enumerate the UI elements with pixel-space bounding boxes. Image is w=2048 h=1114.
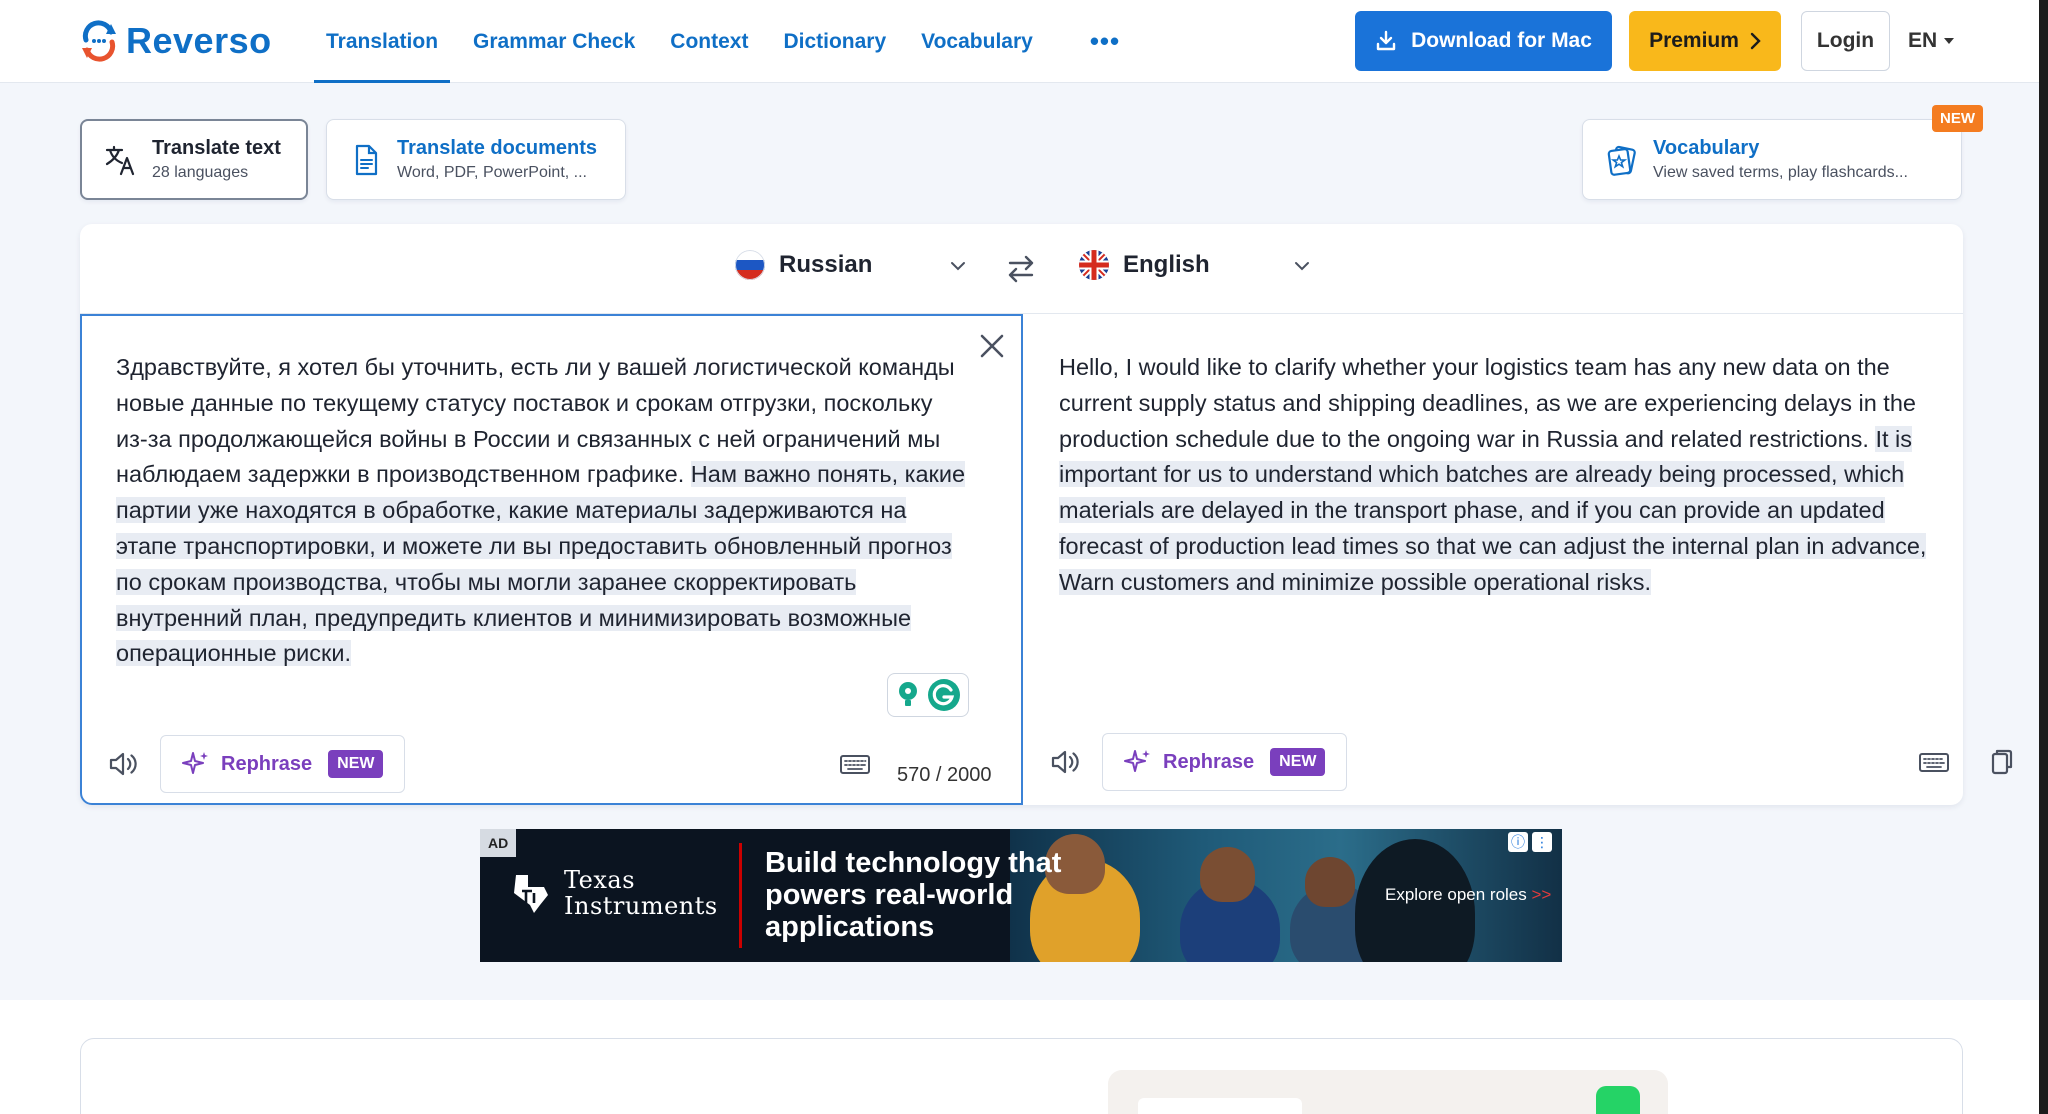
source-language-label: Russian [779,251,873,278]
ui-language-value: EN [1908,29,1938,52]
translator-panel: Russian English Здравствуйте, я хотел бы… [80,224,2013,805]
vocabulary-subtitle: View saved terms, play flashcards... [1653,164,1908,181]
character-count: 570 / 2000 [897,764,992,786]
ad-headline-line1: Build technology that [765,847,1062,879]
chevron-right-icon [1750,32,1761,50]
login-button[interactable]: Login [1801,11,1890,71]
translate-documents-title: Translate documents [397,137,598,159]
ad-label: AD [480,829,517,857]
ad-headline: Build technology that powers real-world … [765,847,1061,943]
ad-divider [739,843,742,948]
brand-name: Reverso [126,20,272,61]
ad-headline-line2: powers real-world [765,879,1014,911]
source-language-select[interactable]: Russian [735,250,872,280]
translate-text-card[interactable]: Translate text 28 languages [80,119,308,200]
copy-icon[interactable] [1984,745,2018,779]
document-icon [355,144,378,175]
target-speaker-icon[interactable] [1048,745,1082,779]
russia-flag-icon [735,250,765,280]
clear-text-icon[interactable] [977,331,1007,361]
translate-text-title: Translate text [152,137,281,159]
ad-cta-arrows: >> [1531,885,1552,904]
translate-text-subtitle: 28 languages [152,164,249,181]
target-text-area: Hello, I would like to clarify whether y… [1023,314,2013,805]
translated-text-plain: Hello, I would like to clarify whether y… [1059,354,1916,452]
reverso-logo[interactable]: Reverso [78,18,272,64]
ad-menu-icon[interactable]: ⋮ [1532,832,1552,852]
vocabulary-new-badge: NEW [1932,105,1983,132]
source-chevron-down-icon[interactable] [950,258,966,274]
ad-headline-line3: applications [765,911,935,943]
ad-choices[interactable]: ⓘ ⋮ [1508,832,1552,852]
whatsapp-icon [1596,1086,1640,1114]
lightbulb-icon [899,682,917,706]
caret-down-icon [1944,38,1955,44]
download-for-mac-button[interactable]: Download for Mac [1355,11,1612,71]
translate-icon [105,145,135,175]
swap-languages-icon[interactable] [1004,252,1038,286]
ui-language-select[interactable]: EN [1908,11,1955,71]
ti-logo: Texas Instruments [510,867,718,919]
reverso-logo-icon [82,20,116,62]
target-sparkle-icon [1124,750,1150,772]
promo-illustration-field [1138,1098,1302,1114]
translate-documents-card[interactable]: Translate documents Word, PDF, PowerPoin… [326,119,626,200]
speaker-icon[interactable] [106,747,140,781]
target-language-label: English [1123,251,1210,278]
source-rephrase-button[interactable]: Rephrase NEW [160,735,405,793]
target-language-select[interactable]: English [1079,250,1210,280]
advertisement-banner[interactable]: AD Texas Instruments Build technology th… [480,829,1562,962]
ad-brand-line1: Texas [564,866,636,894]
language-bar: Russian English [80,224,1963,314]
nav-translation[interactable]: Translation [314,0,451,83]
premium-button[interactable]: Premium [1629,11,1781,71]
promo-card [80,1038,1963,1114]
ad-cta-label: Explore open roles [1385,885,1527,904]
grammarly-icon [928,679,960,711]
source-text-area[interactable]: Здравствуйте, я хотел бы уточнить, есть … [80,314,1023,805]
main-nav: Translation Grammar Check Context Dictio… [314,0,1143,83]
flashcards-icon [1607,145,1636,176]
rephrase-label: Rephrase [221,752,313,775]
translated-text[interactable]: Hello, I would like to clarify whether y… [1059,350,1929,601]
top-header: Reverso Translation Grammar Check Contex… [0,0,2048,83]
target-keyboard-icon[interactable] [1917,745,1951,779]
ad-info-icon[interactable]: ⓘ [1508,832,1528,852]
source-text-highlighted: Нам важно понять, какие партии уже наход… [116,461,966,667]
texas-state-icon [514,875,548,913]
nav-grammar-check[interactable]: Grammar Check [461,0,647,83]
vocabulary-card[interactable]: Vocabulary View saved terms, play flashc… [1582,119,1962,200]
premium-label: Premium [1649,29,1739,52]
ad-cta[interactable]: Explore open roles >> [1385,885,1551,905]
grammarly-widget[interactable] [887,673,969,717]
ad-brand-line2: Instruments [564,892,718,920]
target-chevron-down-icon[interactable] [1294,258,1310,274]
nav-more-button[interactable]: ••• [1078,0,1132,83]
rephrase-new-badge: NEW [328,750,384,778]
target-rephrase-new-badge: NEW [1270,748,1326,776]
target-rephrase-button[interactable]: Rephrase NEW [1102,733,1347,791]
target-rephrase-label: Rephrase [1163,750,1255,773]
window-edge [2039,0,2048,1114]
sparkle-icon [182,752,208,774]
download-label: Download for Mac [1411,29,1592,52]
nav-context[interactable]: Context [658,0,760,83]
nav-dictionary[interactable]: Dictionary [771,0,898,83]
vocabulary-title: Vocabulary [1653,137,1760,159]
nav-vocabulary[interactable]: Vocabulary [909,0,1045,83]
source-text[interactable]: Здравствуйте, я хотел бы уточнить, есть … [116,350,966,672]
uk-flag-icon [1079,250,1109,280]
translate-documents-subtitle: Word, PDF, PowerPoint, ... [397,164,587,181]
download-icon [1376,30,1396,51]
keyboard-icon[interactable] [838,747,872,781]
